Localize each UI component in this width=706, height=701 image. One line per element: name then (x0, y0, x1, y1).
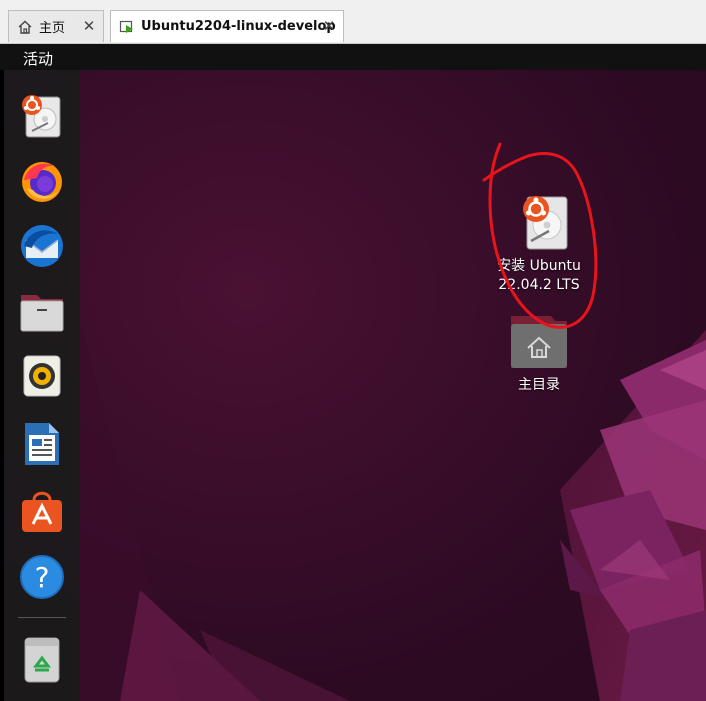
libreoffice-writer-dock-icon[interactable] (18, 420, 66, 468)
close-icon[interactable]: ✕ (81, 17, 97, 35)
svg-text:?: ? (35, 561, 50, 594)
thunderbird-icon (21, 225, 63, 267)
ubuntu-software-dock-icon[interactable] (18, 487, 66, 535)
vm-play-icon (119, 19, 135, 35)
vm-left-border (0, 70, 4, 701)
writer-document-icon (25, 423, 59, 465)
installer-disk-icon (509, 193, 569, 253)
help-dock-icon[interactable]: ? (18, 553, 66, 601)
installer-disk-icon (22, 95, 61, 138)
thunderbird-dock-icon[interactable] (18, 222, 66, 270)
tab-home[interactable]: 主页 ✕ (8, 10, 104, 42)
home-folder-label: 主目录 (518, 377, 560, 393)
firefox-icon (22, 162, 62, 202)
close-icon[interactable]: ✕ (321, 17, 337, 35)
rhythmbox-dock-icon[interactable] (18, 352, 66, 400)
ubuntu-top-bar: 活动 (0, 44, 706, 70)
wallpaper-art (80, 320, 706, 701)
files-dock-icon[interactable] (18, 287, 66, 335)
rhythmbox-speaker-icon (23, 355, 61, 397)
dock-separator (18, 617, 66, 618)
install-ubuntu-label-line2: 22.04.2 LTS (498, 277, 580, 293)
software-bag-icon (22, 491, 62, 532)
install-ubuntu-label-line1: 安装 Ubuntu (497, 258, 581, 274)
firefox-dock-icon[interactable] (18, 157, 66, 205)
home-folder-icon (509, 312, 569, 372)
trash-recycle-icon (24, 637, 60, 683)
help-question-icon: ? (20, 555, 64, 599)
files-folder-icon (20, 295, 64, 332)
tab-home-label: 主页 (39, 21, 66, 36)
desktop-install-ubuntu[interactable]: 安装 Ubuntu 22.04.2 LTS (484, 193, 594, 295)
activities-button[interactable]: 活动 (23, 48, 53, 69)
tab-strip: 主页 ✕ Ubuntu2204-linux-develop ✕ (0, 0, 706, 44)
desktop-home-folder[interactable]: 主目录 (484, 312, 594, 395)
trash-dock-icon[interactable] (18, 636, 66, 684)
home-icon (17, 19, 33, 35)
tab-vm-label: Ubuntu2204-linux-develop (141, 19, 336, 34)
desktop-wallpaper[interactable] (0, 70, 706, 701)
tab-vm[interactable]: Ubuntu2204-linux-develop ✕ (110, 10, 344, 42)
install-ubuntu-dock-icon[interactable] (18, 92, 66, 140)
